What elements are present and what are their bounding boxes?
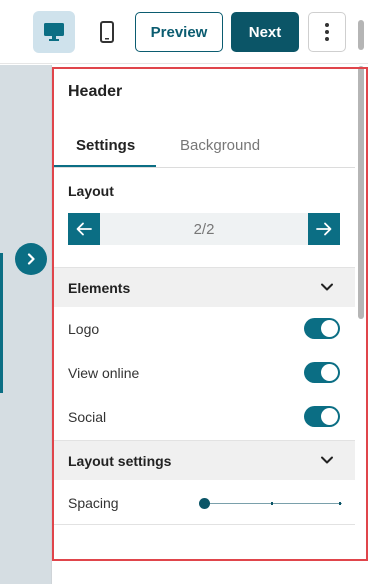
elements-section-label: Elements bbox=[68, 280, 131, 296]
arrow-left-icon bbox=[76, 222, 92, 236]
tab-background[interactable]: Background bbox=[180, 137, 260, 154]
layout-label: Layout bbox=[68, 183, 114, 199]
view-online-toggle[interactable] bbox=[304, 362, 340, 383]
editor-canvas bbox=[0, 65, 51, 584]
expand-panel-button[interactable] bbox=[15, 243, 47, 275]
layout-pager-count: 2/2 bbox=[193, 221, 215, 238]
mobile-view-button[interactable] bbox=[86, 11, 128, 53]
panel-scrollbar[interactable] bbox=[355, 66, 367, 584]
slider-tick bbox=[339, 502, 341, 505]
top-toolbar: Preview Next bbox=[0, 0, 368, 64]
elements-section-header[interactable]: Elements bbox=[54, 267, 356, 307]
spacing-row: Spacing bbox=[54, 481, 356, 525]
panel-title: Header bbox=[68, 83, 123, 100]
next-button[interactable]: Next bbox=[231, 12, 299, 52]
layout-prev-button[interactable] bbox=[68, 213, 100, 245]
spacing-label: Spacing bbox=[68, 495, 119, 511]
chevron-right-icon bbox=[27, 253, 35, 265]
tab-settings[interactable]: Settings bbox=[76, 137, 135, 154]
desktop-icon bbox=[44, 23, 64, 41]
logo-toggle[interactable] bbox=[304, 318, 340, 339]
logo-row: Logo bbox=[54, 307, 356, 351]
selected-block-indicator bbox=[0, 253, 3, 393]
header-settings-panel: Header Settings Background Layout 2/2 El… bbox=[51, 65, 368, 584]
slider-tick bbox=[271, 502, 273, 505]
spacing-slider-thumb[interactable] bbox=[199, 498, 210, 509]
social-toggle[interactable] bbox=[304, 406, 340, 427]
toggle-knob bbox=[321, 408, 338, 425]
layout-settings-section-header[interactable]: Layout settings bbox=[54, 440, 356, 480]
arrow-right-icon bbox=[316, 222, 332, 236]
top-scrollbar-thumb[interactable] bbox=[358, 20, 364, 50]
spacing-slider[interactable] bbox=[199, 498, 342, 509]
layout-pager: 2/2 bbox=[68, 213, 340, 245]
more-options-button[interactable] bbox=[308, 12, 346, 52]
social-label: Social bbox=[68, 409, 107, 425]
chevron-down-icon bbox=[321, 283, 333, 291]
toggle-knob bbox=[321, 320, 338, 337]
panel-tabs: Settings Background bbox=[54, 127, 357, 168]
kebab-icon bbox=[325, 23, 329, 41]
chevron-down-icon bbox=[321, 456, 333, 464]
panel-scrollbar-thumb[interactable] bbox=[358, 66, 364, 319]
logo-label: Logo bbox=[68, 321, 100, 337]
layout-settings-section-label: Layout settings bbox=[68, 453, 172, 469]
active-tab-indicator bbox=[54, 165, 156, 167]
toggle-knob bbox=[321, 364, 338, 381]
view-online-label: View online bbox=[68, 365, 140, 381]
preview-button[interactable]: Preview bbox=[135, 12, 223, 52]
social-row: Social bbox=[54, 395, 356, 439]
desktop-view-button[interactable] bbox=[33, 11, 75, 53]
mobile-icon bbox=[100, 21, 114, 43]
view-online-row: View online bbox=[54, 351, 356, 395]
layout-next-button[interactable] bbox=[308, 213, 340, 245]
